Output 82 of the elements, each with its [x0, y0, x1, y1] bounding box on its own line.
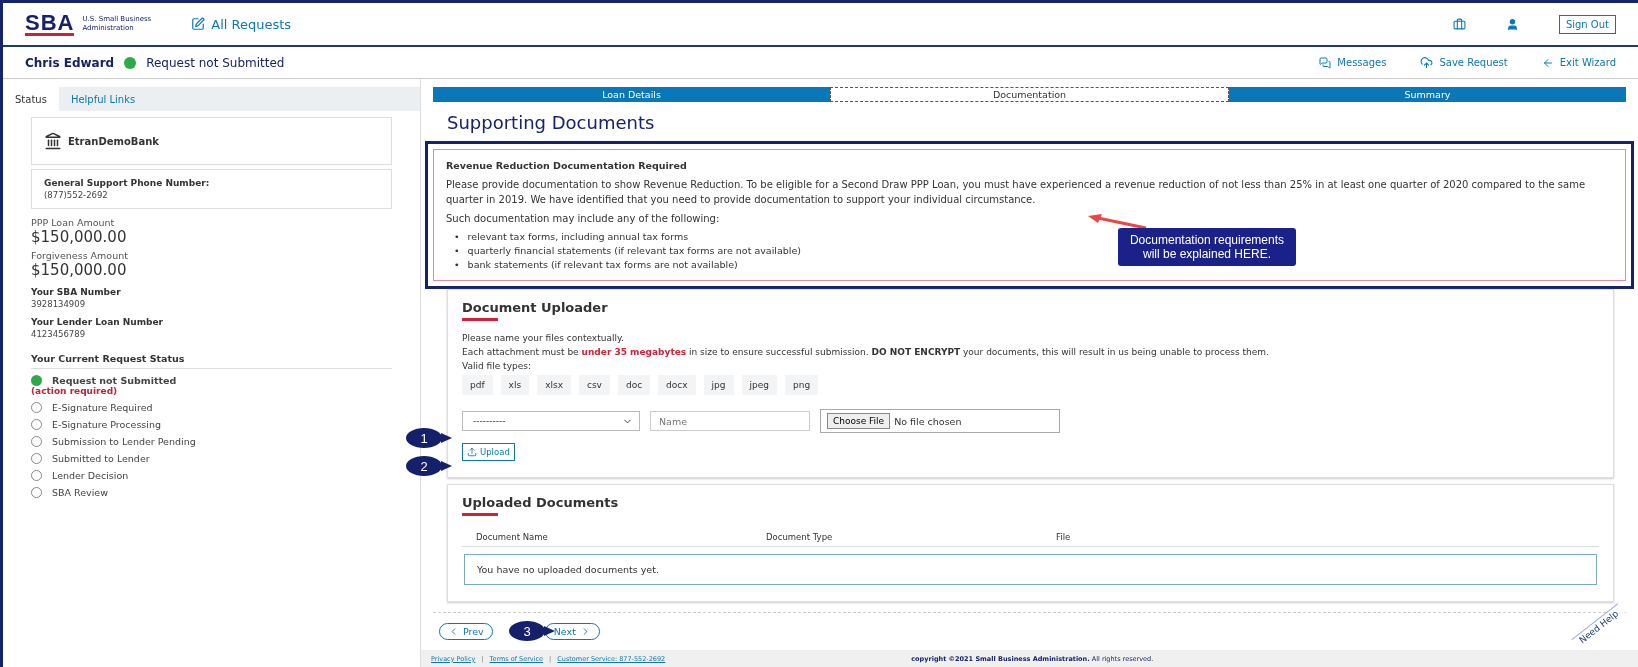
status-label: Lender Decision — [52, 470, 129, 481]
status-label: Submission to Lender Pending — [52, 436, 196, 447]
requirements-title: Revenue Reduction Documentation Required — [446, 159, 687, 173]
document-type-select[interactable]: ---------- — [462, 411, 640, 431]
requirement-item: quarterly financial statements (if relevant tax forms are not available) — [467, 244, 801, 258]
step-callout: 1 — [406, 428, 452, 448]
file-type-tag: png — [785, 375, 819, 395]
prev-button[interactable]: Prev — [439, 623, 493, 640]
name-input[interactable]: Name — [650, 411, 810, 431]
requirement-item: bank statements (if relevant tax forms are not available) — [467, 258, 738, 272]
bullet-marker: • — [454, 230, 460, 244]
status-note: (action required) — [31, 386, 119, 396]
file-type-tag: pdf — [462, 375, 493, 395]
requirements-text: Please provide documentation to show Revenue Reduction. To be eligible for a Second Draw PPP Loan, you must have experienced a revenue reduction of not less than 25% in at least one quarter of 2020 compared to the same quarter in 2019. We have identified that you need to provide documentation to support your individual circumstance. — [446, 178, 1587, 207]
arrow-left-icon — [1541, 56, 1554, 69]
field-value: 4123456789 — [31, 329, 87, 339]
amount-value: $150,000.00 — [31, 261, 128, 279]
field-label: Your Lender Loan Number — [31, 317, 165, 327]
upload-icon — [467, 447, 477, 457]
bullet-marker: • — [454, 258, 460, 272]
file-types-label: Valid file types: — [462, 361, 532, 371]
request-status: Request not Submitted — [146, 55, 285, 70]
status-label: SBA Review — [52, 487, 108, 498]
wizard-step-tab[interactable]: Loan Details — [433, 87, 830, 102]
field-value: 3928134909 — [31, 299, 87, 309]
requirement-item: relevant tax forms, including annual tax forms — [467, 230, 689, 244]
applicant-name: Chris Edward — [25, 55, 115, 70]
status-label: Submitted to Lender — [52, 453, 150, 464]
file-input[interactable]: Choose File No file chosen — [820, 409, 1060, 433]
bank-icon — [44, 132, 62, 150]
amount-label: PPP Loan Amount — [31, 217, 116, 228]
wizard-step-tab[interactable]: Documentation — [830, 87, 1229, 102]
file-type-tag: jpg — [703, 375, 734, 395]
briefcase-icon[interactable] — [1452, 17, 1466, 31]
upload-button[interactable]: Upload — [462, 443, 515, 461]
status-dot — [124, 56, 137, 69]
bank-name: EtranDemoBank — [68, 135, 159, 147]
page-title: Supporting Documents — [447, 112, 656, 133]
empty-message: You have no uploaded documents yet. — [464, 554, 1597, 585]
status-label: E-Signature Processing — [52, 419, 161, 430]
status-label: E-Signature Required — [52, 402, 153, 413]
uploader-hint: Please name your files contextually. — [462, 333, 625, 343]
wizard-action-link[interactable]: Save Request — [1420, 56, 1508, 69]
status-label: Request not Submitted — [52, 375, 177, 386]
attachment-note: Each attachment must be under 35 megabytes in size to ensure successful submission. DO NOT ENCRYPT your documents, this will result in us being unable to process them. — [462, 347, 1270, 357]
file-status: No file chosen — [894, 415, 962, 427]
sign-out-button[interactable]: Sign Out — [1558, 14, 1616, 34]
amount-label: Forgiveness Amount — [31, 250, 129, 261]
file-type-tag: xlsx — [537, 375, 571, 395]
phone-number: (877)552-2692 — [44, 190, 108, 200]
user-icon[interactable] — [1505, 17, 1519, 31]
step-callout: 2 — [406, 456, 452, 476]
requirements-intro: Such documentation may include any of the following: — [446, 212, 720, 226]
cloud-upload-icon — [1420, 56, 1434, 69]
sidebar-tab[interactable]: Helpful Links — [58, 87, 148, 111]
wizard-step-tab[interactable]: Summary — [1229, 87, 1626, 102]
phone-label: General Support Phone Number: — [44, 178, 210, 188]
file-type-tag: csv — [578, 375, 610, 395]
wizard-action-link[interactable]: Exit Wizard — [1541, 56, 1616, 69]
status-heading: Your Current Request Status — [31, 339, 392, 369]
amount-value: $150,000.00 — [31, 228, 128, 246]
column-header: Document Type — [766, 532, 834, 542]
column-header: Document Name — [476, 532, 549, 542]
field-label: Your SBA Number — [31, 287, 122, 297]
bullet-marker: • — [454, 244, 460, 258]
wizard-action-link[interactable]: Messages — [1319, 56, 1387, 69]
edit-icon — [191, 17, 206, 31]
sidebar-tab[interactable]: Status — [3, 87, 59, 111]
next-button[interactable]: Next — [544, 623, 600, 640]
arrow-icon — [1088, 214, 1148, 230]
chat-icon — [1319, 56, 1332, 69]
file-type-tag: doc — [617, 375, 651, 395]
file-type-tag: jpeg — [741, 375, 777, 395]
file-type-tag: docx — [658, 375, 696, 395]
sba-logo: SBA — [25, 12, 75, 36]
uploaded-title: Uploaded Documents — [462, 495, 1599, 516]
file-type-tag: xls — [500, 375, 530, 395]
all-requests-link[interactable]: All Requests — [191, 16, 292, 32]
choose-file-button[interactable]: Choose File — [827, 413, 891, 429]
column-header: File — [1056, 532, 1072, 542]
annotation-tooltip: Documentation requirements will be explained HERE. — [1118, 228, 1296, 266]
uploader-title: Document Uploader — [462, 300, 1599, 321]
